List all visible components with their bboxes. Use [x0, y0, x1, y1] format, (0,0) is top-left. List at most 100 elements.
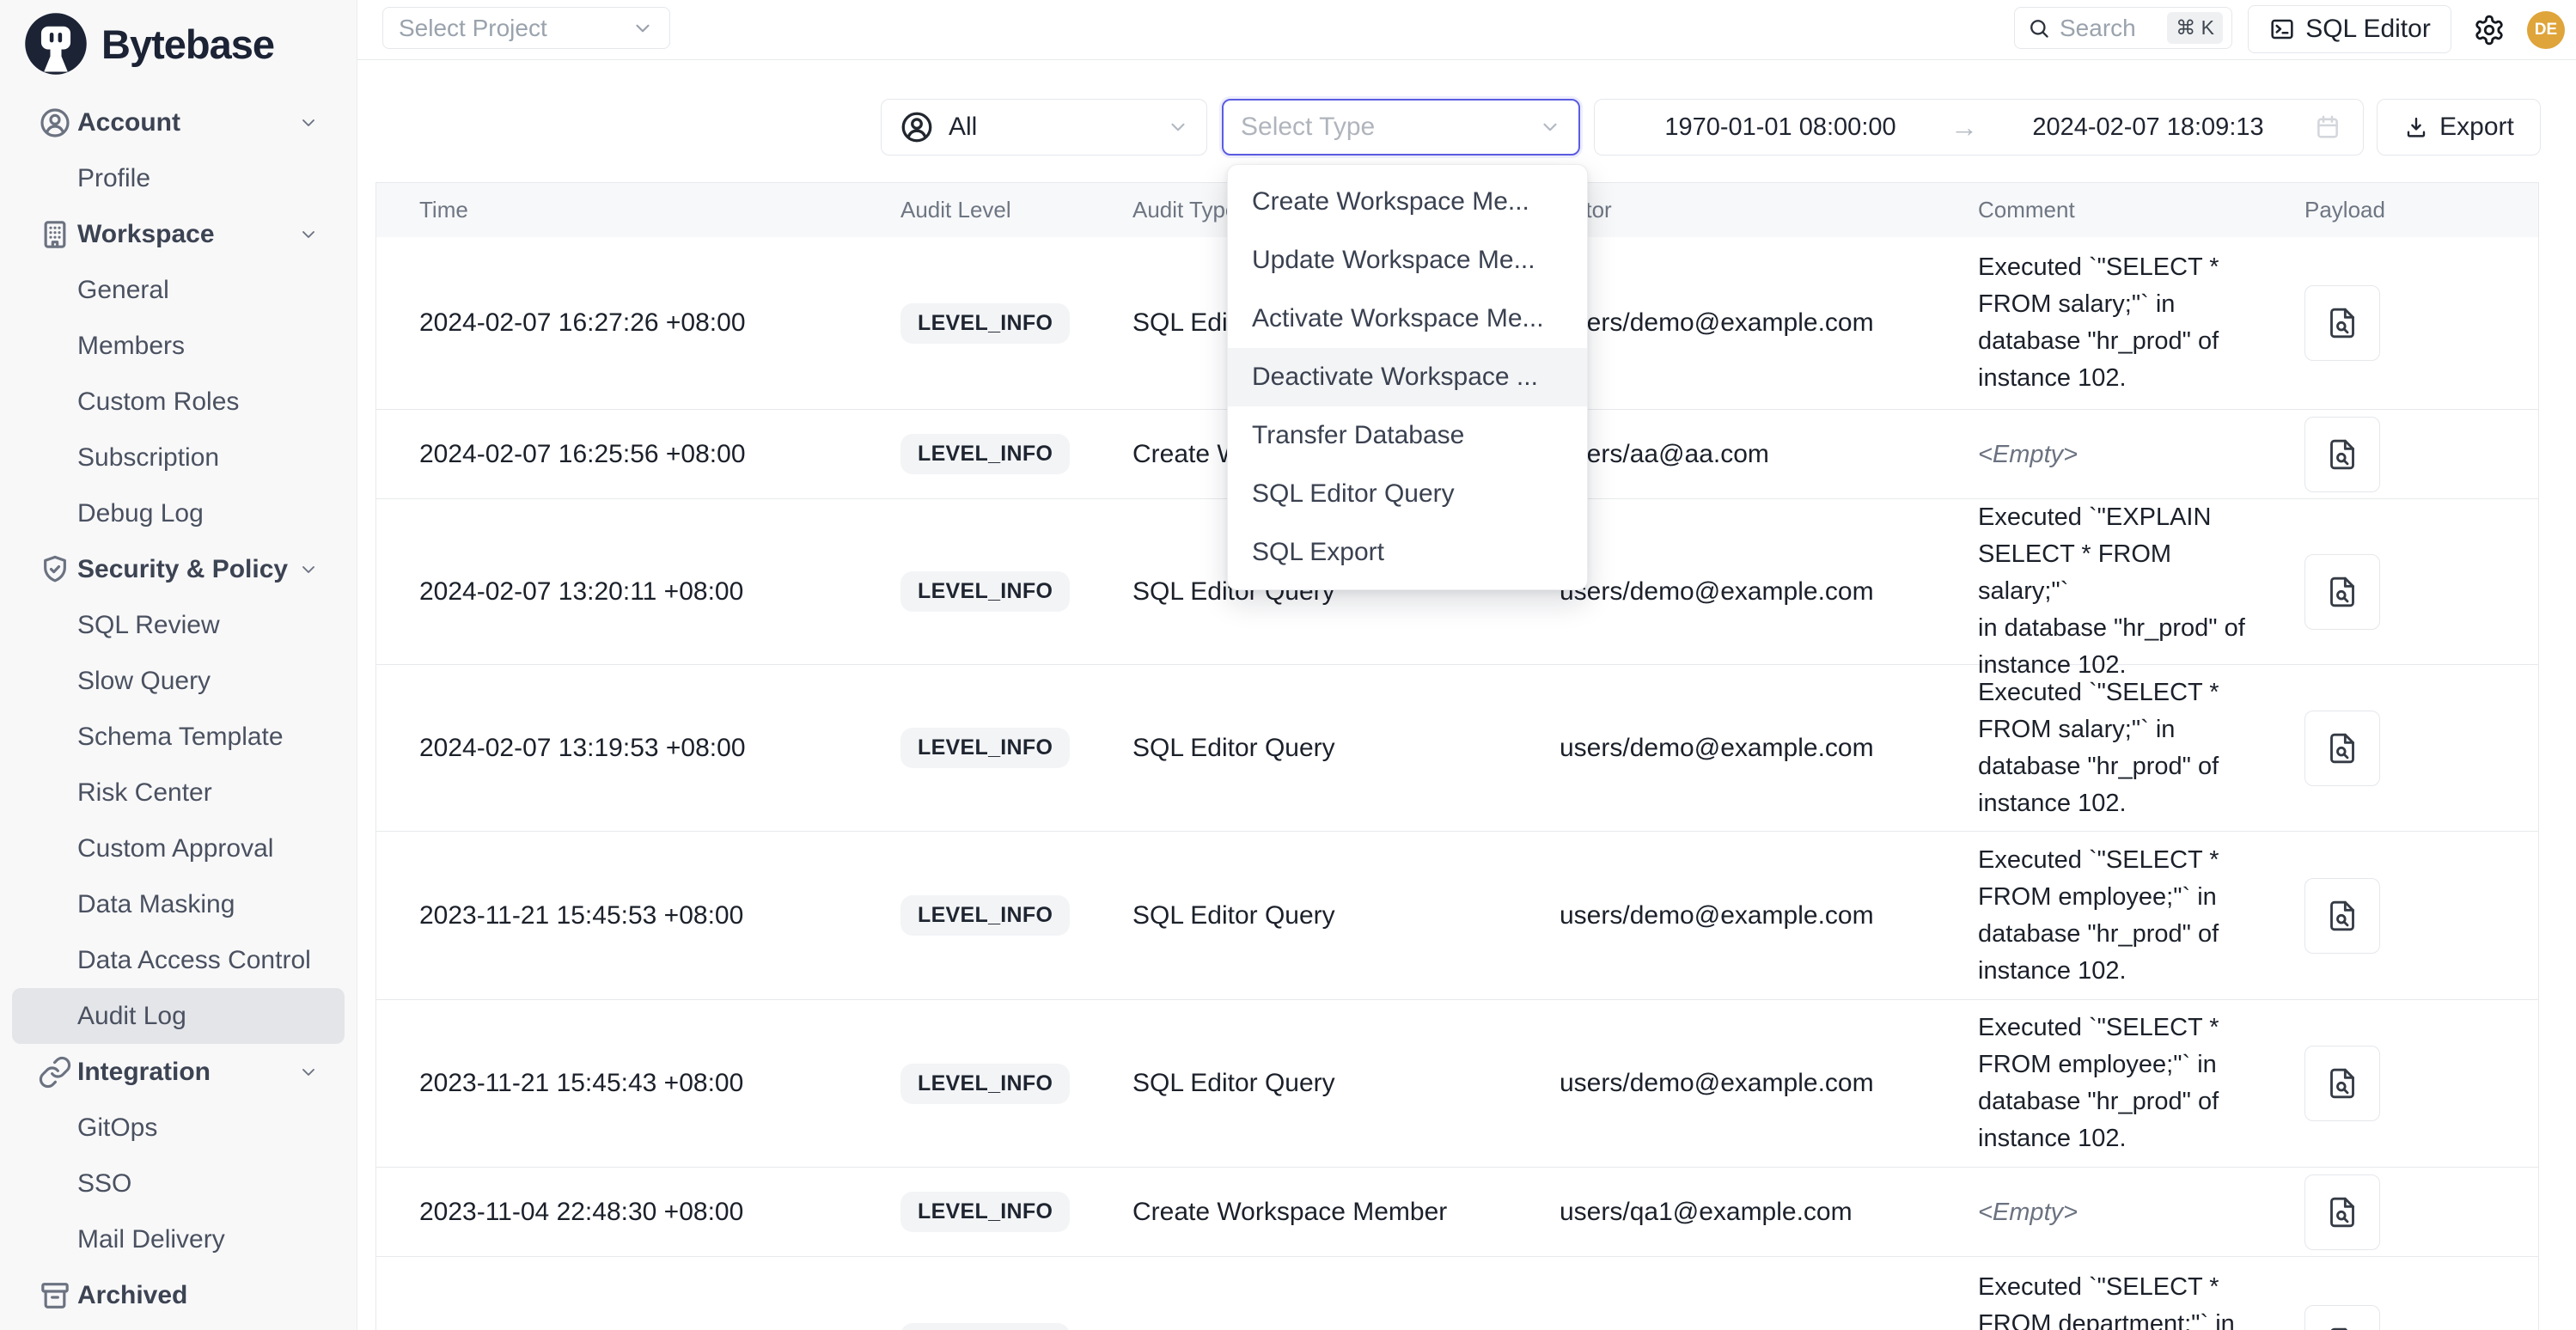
actor-filter-select[interactable]: All — [881, 99, 1207, 156]
sidebar-item-label: Members — [77, 332, 185, 361]
view-payload-button[interactable] — [2304, 554, 2380, 630]
sidebar-item-label: Slow Query — [77, 667, 211, 696]
cell-audit-level: LEVEL_INFO — [858, 303, 1090, 344]
sidebar-item-label: Archived — [77, 1281, 187, 1310]
type-filter-select[interactable]: Select Type — [1222, 99, 1580, 156]
sidebar-item-profile[interactable]: Profile — [12, 150, 345, 206]
view-payload-button[interactable] — [2304, 1174, 2380, 1250]
cell-time: 2024-02-07 16:27:26 +08:00 — [376, 308, 858, 338]
sidebar-item-custom-approval[interactable]: Custom Approval — [12, 821, 345, 876]
sidebar-item-sso[interactable]: SSO — [12, 1156, 345, 1211]
topbar: Select Project Search ⌘ K SQL Editor DE — [357, 0, 2576, 60]
sidebar-item-slow-query[interactable]: Slow Query — [12, 653, 345, 709]
date-start-value[interactable]: 1970-01-01 08:00:00 — [1615, 113, 1945, 142]
sidebar-item-label: SSO — [77, 1169, 131, 1199]
cell-comment: <Empty> — [1935, 440, 2262, 469]
view-payload-button[interactable] — [2304, 285, 2380, 361]
table-row[interactable]: 2023-11-21 15:45:53 +08:00 LEVEL_INFO SQ… — [376, 832, 2538, 1000]
sidebar-item-sql-review[interactable]: SQL Review — [12, 597, 345, 653]
date-range-picker[interactable]: 1970-01-01 08:00:00 → 2024-02-07 18:09:1… — [1594, 99, 2364, 156]
project-select[interactable]: Select Project — [382, 7, 670, 49]
chevron-down-icon — [298, 113, 319, 133]
sidebar-item-label: Custom Roles — [77, 387, 239, 417]
sidebar-item-security-policy[interactable]: Security & Policy — [12, 541, 345, 597]
type-dropdown-option[interactable]: Update Workspace Me... — [1228, 231, 1587, 290]
sidebar-item-archived[interactable]: Archived — [12, 1267, 345, 1323]
date-end-value[interactable]: 2024-02-07 18:09:13 — [1983, 113, 2313, 142]
chevron-down-icon — [1167, 116, 1189, 138]
view-payload-button[interactable] — [2304, 1305, 2380, 1330]
type-dropdown-option[interactable]: SQL Editor Query — [1228, 465, 1587, 523]
app: Bytebase Account Profile Workspace Gener… — [0, 0, 2576, 1330]
table-row[interactable]: 2023-11-04 22:48:30 +08:00 LEVEL_INFO Cr… — [376, 1168, 2538, 1257]
view-payload-button[interactable] — [2304, 417, 2380, 492]
cell-audit-level: LEVEL_INFO — [858, 1323, 1090, 1330]
sidebar-item-label: Security & Policy — [77, 555, 288, 584]
account-icon — [38, 106, 77, 140]
level-badge: LEVEL_INFO — [900, 434, 1070, 474]
sidebar-item-label: Custom Approval — [77, 834, 273, 863]
cell-time: 2023-11-04 22:48:30 +08:00 — [376, 1198, 858, 1227]
sidebar-item-risk-center[interactable]: Risk Center — [12, 765, 345, 821]
project-select-placeholder: Select Project — [399, 15, 547, 42]
sidebar-item-data-masking[interactable]: Data Masking — [12, 876, 345, 932]
sidebar-item-workspace[interactable]: Workspace — [12, 206, 345, 262]
type-dropdown-option[interactable]: Transfer Database — [1228, 406, 1587, 465]
search-icon — [2027, 16, 2051, 40]
chevron-down-icon — [298, 224, 319, 245]
cell-payload — [2262, 1174, 2538, 1250]
sidebar-item-gitops[interactable]: GitOps — [12, 1100, 345, 1156]
cell-time: 2023-11-21 15:45:43 +08:00 — [376, 1069, 858, 1098]
cell-time: 2023-11-21 15:45:53 +08:00 — [376, 901, 858, 930]
view-payload-button[interactable] — [2304, 1046, 2380, 1121]
sidebar-item-custom-roles[interactable]: Custom Roles — [12, 374, 345, 430]
sidebar-item-data-access-control[interactable]: Data Access Control — [12, 932, 345, 988]
type-dropdown-option[interactable]: Activate Workspace Me... — [1228, 290, 1587, 348]
sidebar-item-label: GitOps — [77, 1113, 157, 1143]
cell-audit-type: Create Workspace Member — [1090, 1198, 1517, 1227]
brand-logo[interactable]: Bytebase — [22, 10, 274, 77]
table-row[interactable]: 2023-11-04 21:26:24 +08:00 LEVEL_INFO SQ… — [376, 1257, 2538, 1330]
sidebar-item-schema-template[interactable]: Schema Template — [12, 709, 345, 765]
bytebase-logo-icon — [22, 10, 89, 77]
view-payload-button[interactable] — [2304, 711, 2380, 786]
arrow-right-icon: → — [1945, 112, 1983, 143]
sidebar-item-debug-log[interactable]: Debug Log — [12, 485, 345, 541]
type-dropdown-option[interactable]: Deactivate Workspace ... — [1228, 348, 1587, 406]
view-payload-button[interactable] — [2304, 878, 2380, 954]
table-row[interactable]: 2024-02-07 13:19:53 +08:00 LEVEL_INFO SQ… — [376, 665, 2538, 832]
level-badge: LEVEL_INFO — [900, 1064, 1070, 1104]
type-dropdown-option[interactable]: Create Workspace Me... — [1228, 173, 1587, 231]
sidebar-item-audit-log[interactable]: Audit Log — [12, 988, 345, 1044]
export-label: Export — [2439, 113, 2514, 142]
cell-payload — [2262, 285, 2538, 361]
sidebar-item-account[interactable]: Account — [12, 95, 345, 150]
type-dropdown-option[interactable]: SQL Export — [1228, 523, 1587, 582]
table-row[interactable]: 2023-11-21 15:45:43 +08:00 LEVEL_INFO SQ… — [376, 1000, 2538, 1168]
cell-audit-type: SQL Editor Query — [1090, 901, 1517, 930]
level-badge: LEVEL_INFO — [900, 1192, 1070, 1232]
empty-comment: <Empty> — [1978, 1199, 2078, 1226]
sidebar-item-general[interactable]: General — [12, 262, 345, 318]
cell-audit-level: LEVEL_INFO — [858, 571, 1090, 612]
cell-actor: users/demo@example.com — [1517, 734, 1935, 763]
level-badge: LEVEL_INFO — [900, 728, 1070, 768]
level-badge: LEVEL_INFO — [900, 303, 1070, 344]
sidebar-item-members[interactable]: Members — [12, 318, 345, 374]
cell-comment: Executed `"EXPLAINSELECT * FROM salary;"… — [1935, 499, 2262, 684]
cell-time: 2024-02-07 16:25:56 +08:00 — [376, 440, 858, 469]
search-shortcut-kbd: ⌘ K — [2167, 12, 2223, 44]
calendar-icon — [2313, 113, 2342, 142]
sidebar-item-integration[interactable]: Integration — [12, 1044, 345, 1100]
sidebar-item-mail-delivery[interactable]: Mail Delivery — [12, 1211, 345, 1267]
sidebar-item-subscription[interactable]: Subscription — [12, 430, 345, 485]
link-icon — [38, 1055, 77, 1089]
search-input[interactable]: Search ⌘ K — [2014, 7, 2232, 49]
sql-editor-button[interactable]: SQL Editor — [2248, 5, 2451, 53]
cell-payload — [2262, 554, 2538, 630]
export-button[interactable]: Export — [2377, 99, 2541, 156]
chevron-down-icon — [298, 559, 319, 580]
gear-icon[interactable] — [2473, 14, 2506, 46]
avatar[interactable]: DE — [2527, 11, 2565, 49]
cell-actor: users/demo@example.com — [1517, 901, 1935, 930]
